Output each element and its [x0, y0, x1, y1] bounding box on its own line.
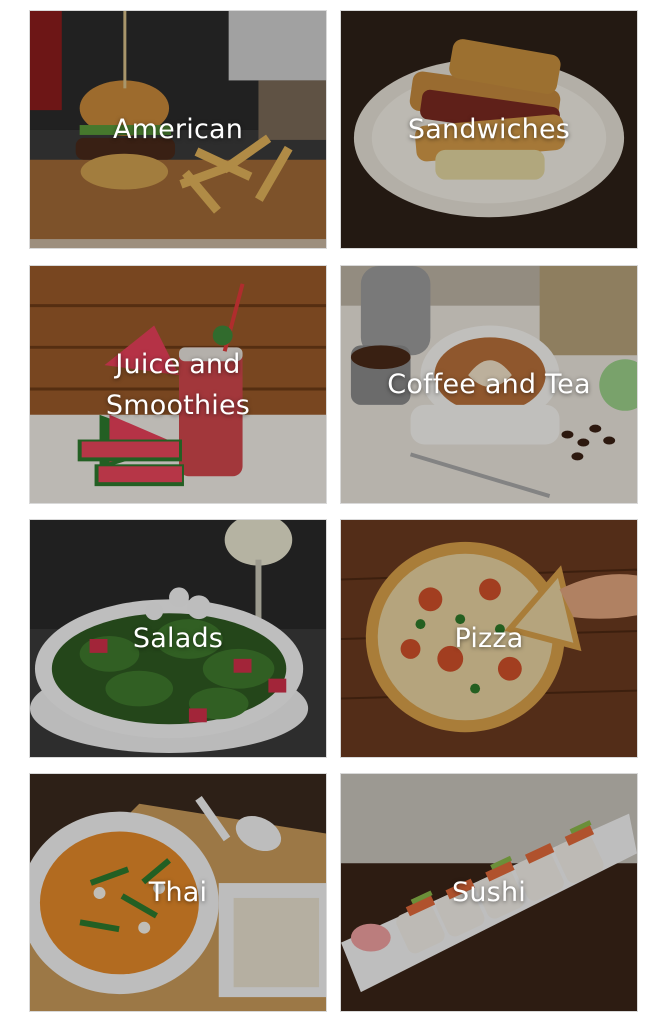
category-label: Coffee and Tea: [387, 369, 591, 400]
category-label: Salads: [132, 623, 224, 654]
category-tile-pizza[interactable]: Pizza: [340, 519, 638, 758]
category-label: Pizza: [454, 623, 524, 654]
category-tile-thai[interactable]: Thai: [29, 773, 327, 1012]
category-label: American: [112, 114, 244, 145]
category-label: Sushi: [452, 877, 526, 908]
category-tile-juice-and-smoothies[interactable]: Juice and Smoothies: [29, 265, 327, 504]
category-tile-sushi[interactable]: Sushi: [340, 773, 638, 1012]
category-label: Thai: [148, 877, 208, 908]
category-label: Juice and Smoothies: [105, 348, 251, 421]
category-tile-salads[interactable]: Salads: [29, 519, 327, 758]
category-tile-american[interactable]: American: [29, 10, 327, 249]
category-tile-sandwiches[interactable]: Sandwiches: [340, 10, 638, 249]
cuisine-category-grid: American Sandwiches Juice and Smoothies …: [0, 0, 668, 1024]
category-tile-coffee-and-tea[interactable]: Coffee and Tea: [340, 265, 638, 504]
category-label: Sandwiches: [407, 114, 571, 145]
